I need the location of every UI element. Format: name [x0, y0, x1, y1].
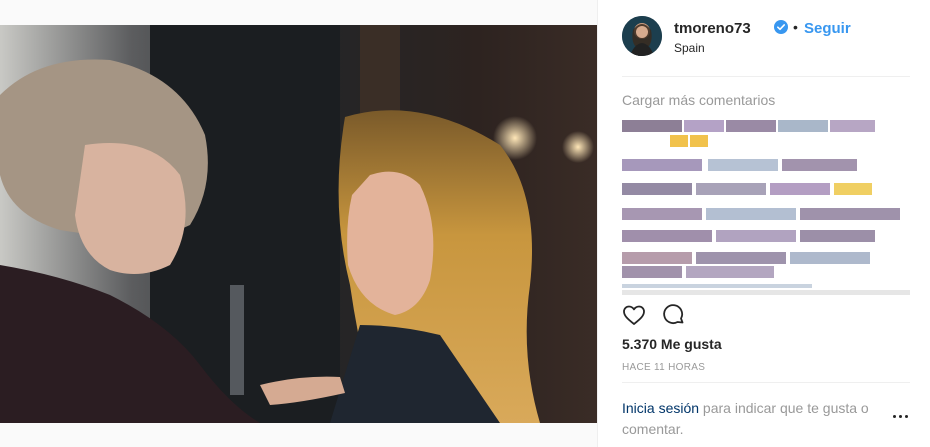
- blurred-comment: [622, 252, 877, 264]
- comments-list-blurred: [622, 118, 912, 288]
- blurred-comment: [622, 135, 742, 147]
- avatar[interactable]: [622, 16, 662, 56]
- post-header: tmoreno73 • Seguir Spain: [622, 16, 912, 62]
- footer-divider: [622, 382, 910, 383]
- blurred-comment: [622, 120, 877, 132]
- follow-button[interactable]: Seguir: [804, 20, 851, 37]
- post-sidebar: tmoreno73 • Seguir Spain Cargar más come…: [597, 0, 930, 447]
- comment-icon[interactable]: [662, 303, 686, 327]
- blurred-comment: [622, 230, 882, 242]
- avatar-image: [622, 16, 662, 56]
- load-more-comments-button[interactable]: Cargar más comentarios: [622, 92, 775, 108]
- post-actions: [622, 303, 742, 331]
- likes-count[interactable]: 5.370 Me gusta: [622, 336, 722, 352]
- blurred-comment: [622, 183, 882, 195]
- username-link[interactable]: tmoreno73: [674, 20, 751, 37]
- heart-icon[interactable]: [622, 303, 646, 327]
- blurred-comment: [622, 208, 907, 220]
- post-photo[interactable]: [0, 25, 597, 423]
- blurred-comment: [622, 159, 862, 171]
- blurred-comment: [622, 284, 822, 288]
- instagram-post: tmoreno73 • Seguir Spain Cargar más come…: [0, 0, 930, 447]
- location-link[interactable]: Spain: [674, 41, 705, 55]
- separator-dot: •: [793, 19, 798, 35]
- comments-scrollbar[interactable]: [622, 290, 910, 295]
- header-divider: [622, 76, 910, 77]
- post-photo-image: [0, 25, 597, 423]
- verified-badge-icon: [774, 20, 788, 34]
- login-prompt: Inicia sesión para indicar que te gusta …: [622, 398, 892, 440]
- login-link[interactable]: Inicia sesión: [622, 400, 699, 416]
- post-timestamp[interactable]: HACE 11 HORAS: [622, 362, 705, 373]
- more-options-icon[interactable]: [893, 414, 909, 420]
- blurred-comment: [622, 266, 782, 278]
